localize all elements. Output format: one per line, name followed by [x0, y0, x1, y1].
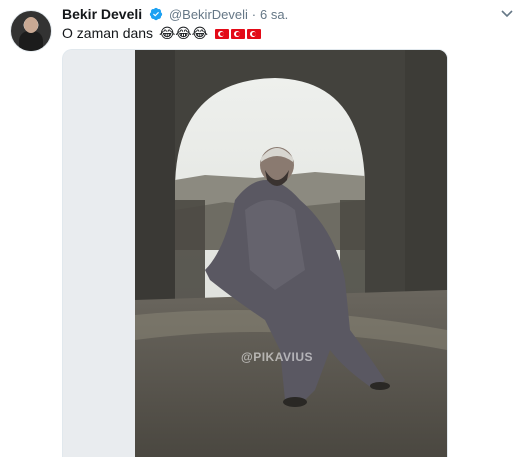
avatar[interactable]: [10, 10, 52, 52]
turkish-flag-icon: [246, 29, 261, 39]
video-player[interactable]: @PIKAVIUS: [62, 49, 448, 457]
tweet-text: O zaman dans 😂😂😂: [62, 24, 263, 43]
tweet-header: Bekir Develi @BekirDeveli · 6 sa.: [62, 5, 288, 23]
chevron-down-icon[interactable]: [499, 5, 515, 21]
timestamp[interactable]: 6 sa.: [260, 7, 288, 22]
avatar-face: [24, 17, 38, 33]
separator-dot: ·: [251, 7, 257, 22]
tweet[interactable]: Bekir Develi @BekirDeveli · 6 sa. O zama…: [0, 0, 523, 457]
turkish-flag-icon: [230, 29, 245, 39]
video-frame[interactable]: @PIKAVIUS: [135, 50, 447, 457]
author-handle[interactable]: @BekirDeveli: [169, 7, 248, 22]
tweet-text-body: O zaman dans: [62, 25, 154, 41]
video-watermark: @PIKAVIUS: [241, 350, 313, 364]
verified-badge-icon: [149, 7, 163, 21]
turkish-flags: [214, 25, 263, 43]
video-still: [135, 50, 447, 457]
turkish-flag-icon: [214, 29, 229, 39]
video-letterbox-left: [63, 50, 135, 457]
avatar-suit: [19, 31, 43, 51]
laughing-emoji-icon: 😂😂😂: [158, 26, 209, 42]
author-name[interactable]: Bekir Develi: [62, 6, 142, 22]
